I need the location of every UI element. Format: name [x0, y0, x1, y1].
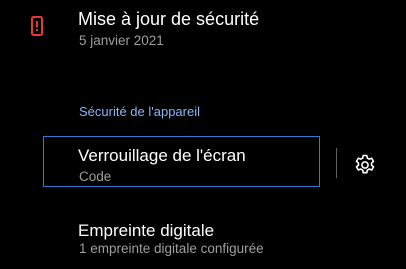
security-update-date: 5 janvier 2021 [79, 33, 164, 48]
screen-lock-subtitle: Code [79, 169, 112, 184]
phone-alert-icon [31, 16, 43, 36]
fingerprint-title: Empreinte digitale [78, 221, 215, 240]
device-security-header: Sécurité de l'appareil [79, 104, 200, 119]
screen-lock-title: Verrouillage de l'écran [78, 146, 246, 165]
security-update-title: Mise à jour de sécurité [78, 9, 260, 29]
vertical-divider [336, 148, 337, 178]
security-update-row[interactable]: Mise à jour de sécurité 5 janvier 2021 [0, 0, 406, 70]
fingerprint-subtitle: 1 empreinte digitale configurée [79, 241, 264, 256]
gear-icon[interactable] [353, 153, 377, 177]
screen-lock-item[interactable]: Verrouillage de l'écran Code [43, 136, 320, 187]
fingerprint-item[interactable]: Empreinte digitale 1 empreinte digitale … [0, 212, 406, 269]
